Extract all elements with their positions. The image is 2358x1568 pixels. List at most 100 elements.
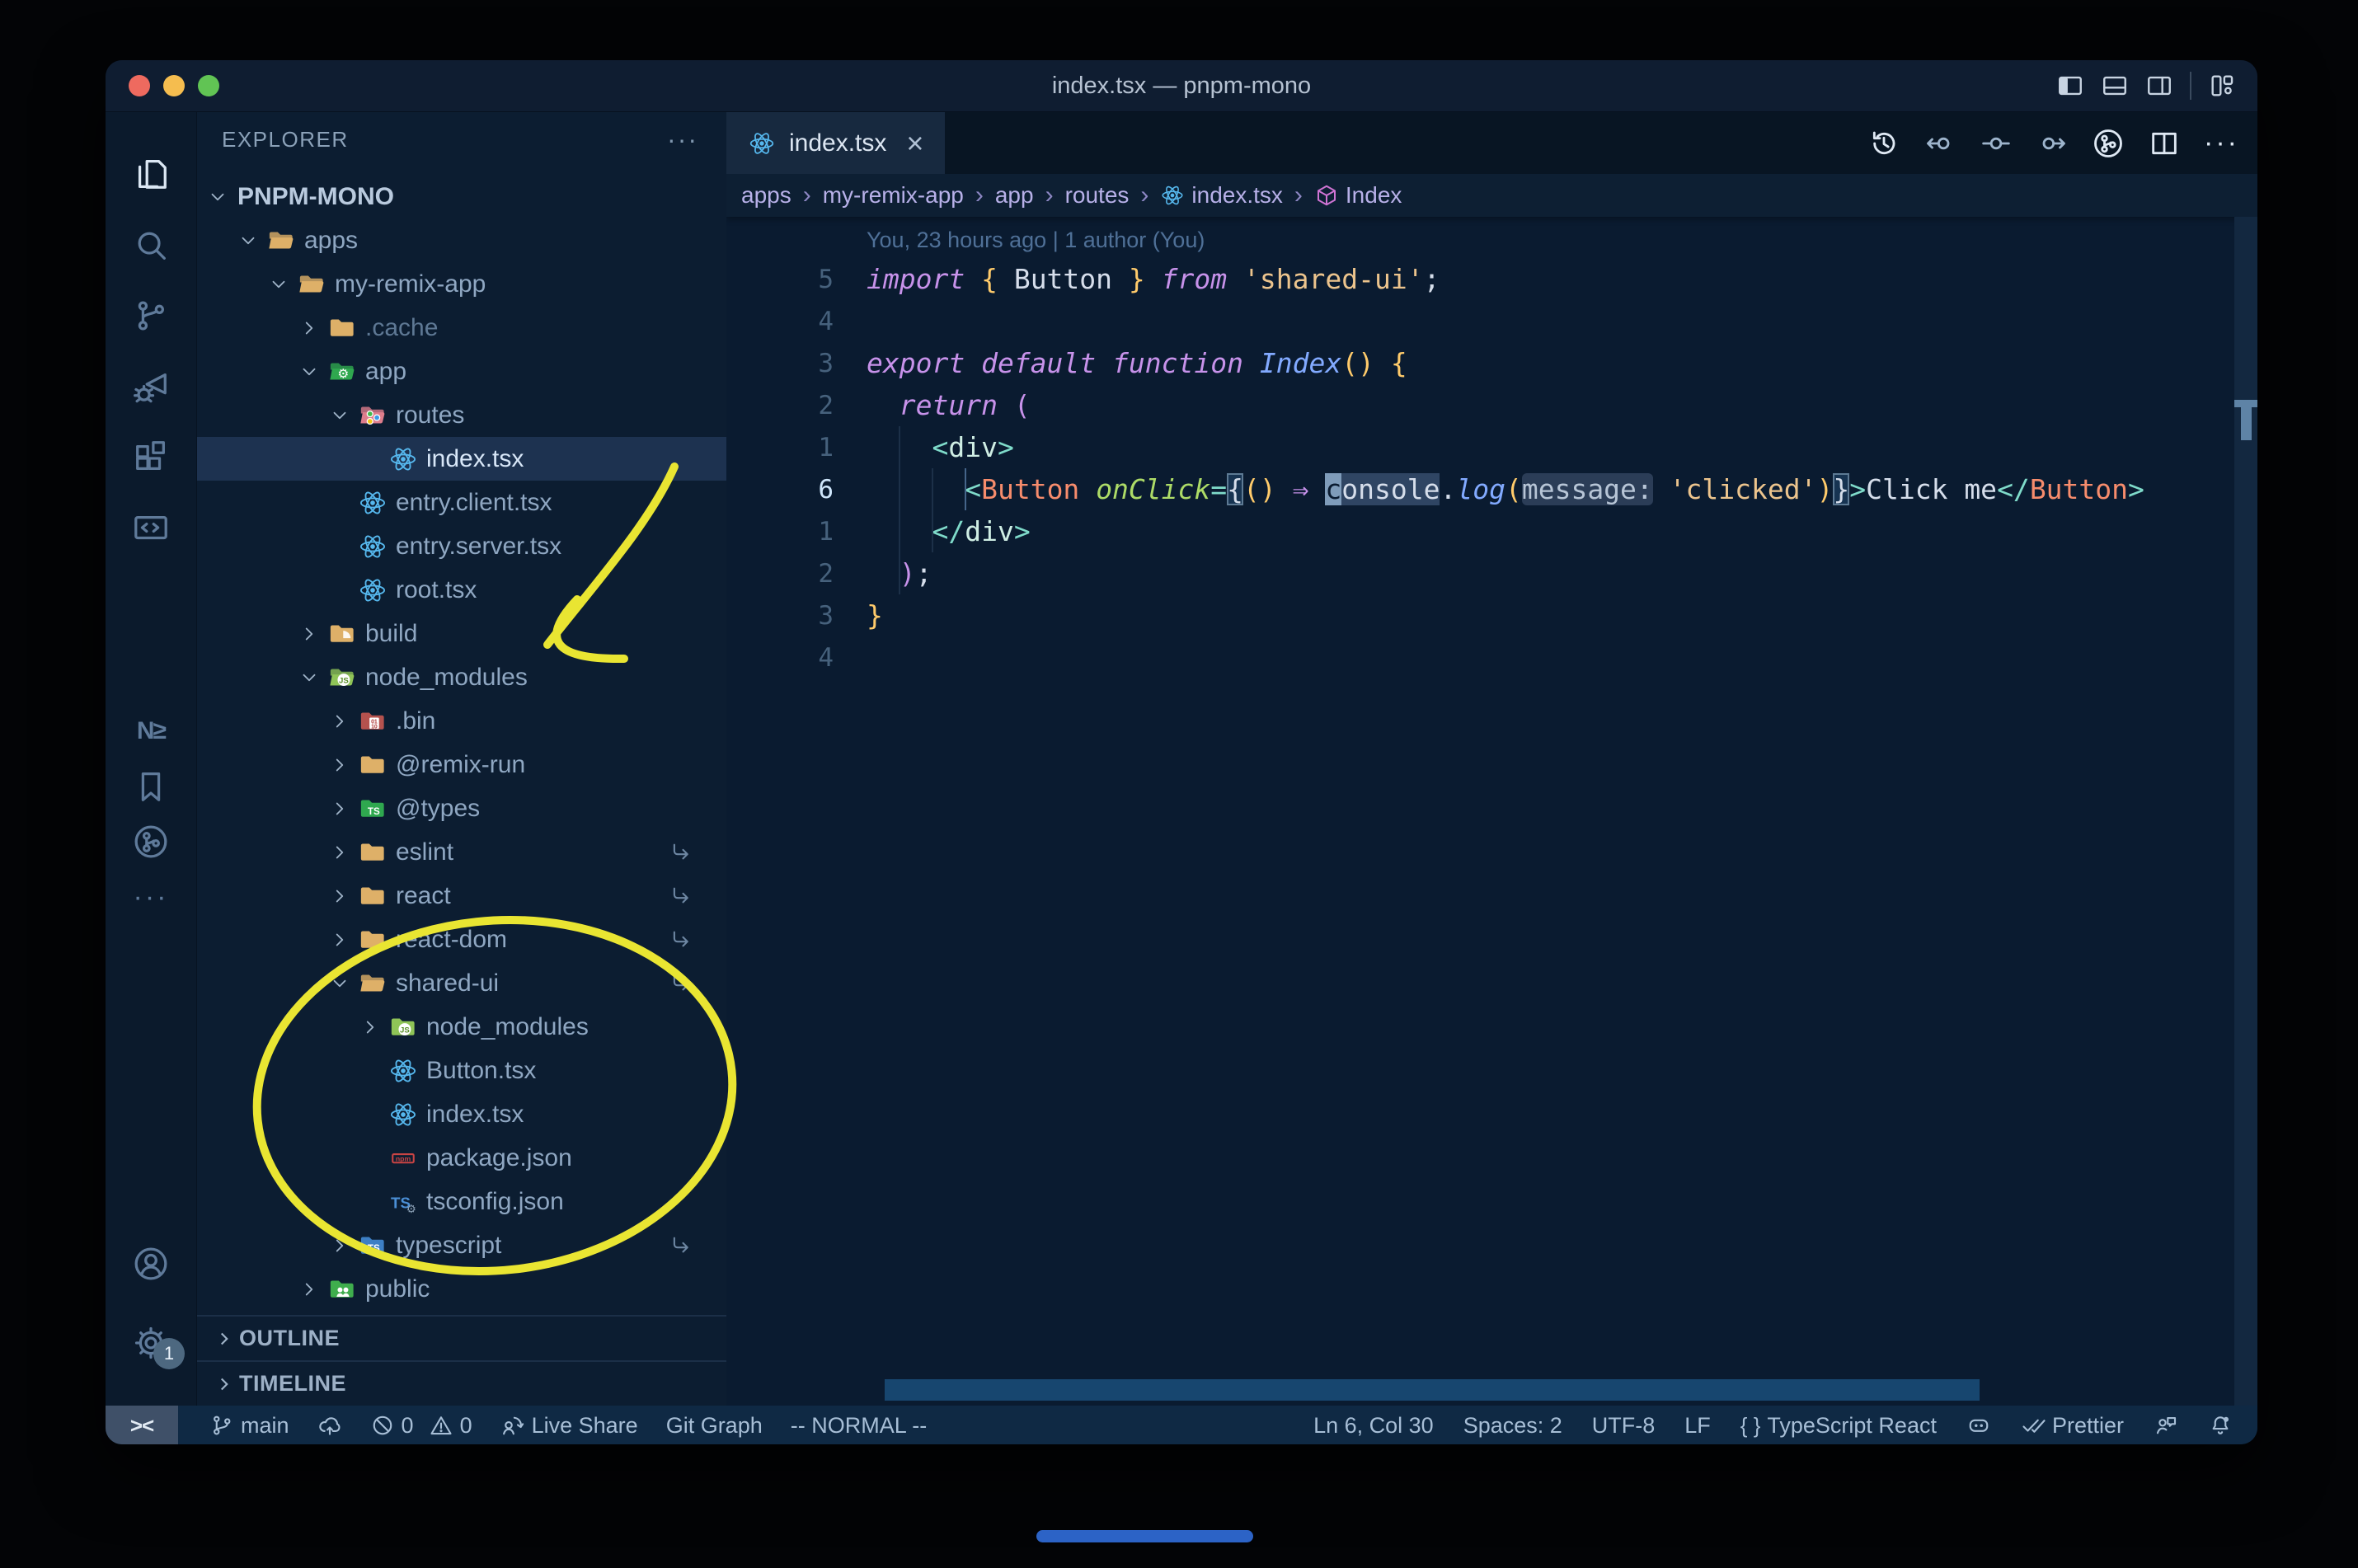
tree-item--cache[interactable]: .cache xyxy=(197,306,726,350)
status-git-graph[interactable]: Git Graph xyxy=(666,1413,763,1439)
tree-item-react[interactable]: react xyxy=(197,874,726,918)
status-prettier[interactable]: Prettier xyxy=(2021,1413,2124,1439)
tree-item-package-json[interactable]: npm package.json xyxy=(197,1136,726,1180)
tree-item-index-tsx[interactable]: index.tsx xyxy=(197,437,726,481)
activity-more-views-icon[interactable]: ··· xyxy=(106,874,196,920)
tree-item-index-tsx[interactable]: index.tsx xyxy=(197,1092,726,1136)
chevron-right-icon xyxy=(294,317,324,339)
tree-item-build[interactable]: build xyxy=(197,612,726,655)
status-cursor-position[interactable]: Ln 6, Col 30 xyxy=(1313,1413,1434,1439)
react-icon xyxy=(748,129,776,157)
status-encoding[interactable]: UTF-8 xyxy=(1592,1413,1656,1439)
svg-text:TS: TS xyxy=(368,807,380,817)
tree-item-button-tsx[interactable]: Button.tsx xyxy=(197,1049,726,1092)
more-actions-icon[interactable]: ··· xyxy=(2204,127,2239,159)
git-graph-view-icon[interactable] xyxy=(2092,127,2125,160)
tree-item-eslint[interactable]: eslint xyxy=(197,830,726,874)
status-label: Live Share xyxy=(531,1412,638,1438)
layout-sidebar-right-icon[interactable] xyxy=(2145,72,2173,100)
current-change-icon[interactable] xyxy=(1980,127,2013,160)
tree-item-node-modules[interactable]: JS node_modules xyxy=(197,655,726,699)
tree-item--remix-run[interactable]: @remix-run xyxy=(197,743,726,786)
folder-ts-icon: TS xyxy=(355,794,391,824)
status-feedback[interactable] xyxy=(2154,1413,2178,1438)
status-indentation[interactable]: Spaces: 2 xyxy=(1463,1413,1562,1439)
activity-explorer-icon[interactable] xyxy=(106,151,196,197)
next-change-icon[interactable] xyxy=(2036,127,2069,160)
tree-item-entry-client-tsx[interactable]: entry.client.tsx xyxy=(197,481,726,524)
code-line-6: 6 <Button onClick={() ⇒ console.log(mess… xyxy=(726,468,2257,510)
breadcrumb-item-index[interactable]: Index xyxy=(1314,182,1402,209)
activity-bookmarks-icon[interactable] xyxy=(106,763,196,810)
folder-open-app-icon: ⚙ xyxy=(324,357,360,387)
code-editor[interactable]: You, 23 hours ago | 1 author (You) 5 impo… xyxy=(726,217,2257,1406)
split-editor-icon[interactable] xyxy=(2148,127,2181,160)
previous-change-icon[interactable] xyxy=(1924,127,1956,160)
tree-item-public[interactable]: public xyxy=(197,1267,726,1311)
tree-item-root-tsx[interactable]: root.tsx xyxy=(197,568,726,612)
tree-item-my-remix-app[interactable]: my-remix-app xyxy=(197,262,726,306)
layout-sidebar-left-icon[interactable] xyxy=(2056,72,2084,100)
tree-item-node-modules[interactable]: JS node_modules xyxy=(197,1005,726,1049)
tree-item-typescript[interactable]: TS typescript xyxy=(197,1223,726,1267)
activity-extensions-icon[interactable] xyxy=(106,434,196,481)
activity-git-graph-icon[interactable] xyxy=(106,819,196,865)
breadcrumb-item-index-tsx[interactable]: index.tsx xyxy=(1160,182,1283,209)
status-eol[interactable]: LF xyxy=(1684,1413,1711,1439)
chevron-down-icon xyxy=(324,973,355,994)
close-icon[interactable]: × xyxy=(906,128,923,158)
outline-section[interactable]: OUTLINE xyxy=(197,1315,726,1360)
tree-item--bin[interactable]: 01 10 .bin xyxy=(197,699,726,743)
code-line-2: 2 ); xyxy=(726,552,2257,594)
status-vim-mode[interactable]: -- NORMAL -- xyxy=(791,1413,927,1439)
chevron-right-icon xyxy=(294,623,324,645)
explorer-more-icon[interactable]: ··· xyxy=(667,124,698,155)
timeline-section[interactable]: TIMELINE xyxy=(197,1360,726,1406)
breadcrumb-item-app[interactable]: app xyxy=(995,182,1034,209)
activity-settings-icon[interactable]: 1 xyxy=(106,1320,196,1369)
tree-item-entry-server-tsx[interactable]: entry.server.tsx xyxy=(197,524,726,568)
editor-scrollbar-horizontal[interactable] xyxy=(885,1379,1980,1401)
chevron-right-icon xyxy=(294,1279,324,1300)
remote-indicator[interactable]: >< xyxy=(106,1406,178,1444)
layout-panel-icon[interactable] xyxy=(2101,72,2129,100)
timeline-history-icon[interactable] xyxy=(1867,127,1900,160)
tree-item-react-dom[interactable]: react-dom xyxy=(197,918,726,961)
status-copilot[interactable] xyxy=(1966,1413,1991,1438)
activity-source-control-icon[interactable] xyxy=(106,293,196,339)
folder-open-routes-icon xyxy=(355,401,391,430)
indent-guide xyxy=(899,426,900,594)
breadcrumb-item-my-remix-app[interactable]: my-remix-app xyxy=(823,182,964,209)
tree-item-pnpm-mono[interactable]: PNPM-MONO xyxy=(197,175,726,218)
line-number: 4 xyxy=(818,306,834,336)
activity-search-icon[interactable] xyxy=(106,222,196,268)
activity-remote-explorer-icon[interactable] xyxy=(106,505,196,552)
tree-item-label: .bin xyxy=(396,707,436,735)
tree-item-apps[interactable]: apps xyxy=(197,218,726,262)
activity-nx-console-icon[interactable]: N≥ xyxy=(106,708,196,754)
symbol-module-icon xyxy=(1314,183,1339,208)
breadcrumb-item-apps[interactable]: apps xyxy=(741,182,791,209)
status-language-mode[interactable]: { } TypeScript React xyxy=(1740,1413,1937,1439)
tab-index-tsx[interactable]: index.tsx × xyxy=(726,112,946,174)
tree-item-label: entry.server.tsx xyxy=(396,532,562,560)
editor-scrollbar-vertical[interactable] xyxy=(2234,217,2257,1406)
tree-item-app[interactable]: ⚙ app xyxy=(197,350,726,393)
tree-item-shared-ui[interactable]: shared-ui xyxy=(197,961,726,1005)
breadcrumb-item-routes[interactable]: routes xyxy=(1065,182,1130,209)
status-label: 0 xyxy=(459,1412,472,1438)
status-git-branch[interactable]: main xyxy=(209,1413,289,1439)
status-problems[interactable]: 00 xyxy=(370,1413,472,1439)
status-notifications[interactable] xyxy=(2208,1413,2233,1438)
tree-item-tsconfig-json[interactable]: TS ⚙ tsconfig.json xyxy=(197,1180,726,1223)
status-sync[interactable] xyxy=(317,1413,342,1438)
react-icon xyxy=(385,1056,421,1086)
chevron-right-icon xyxy=(324,929,355,951)
activity-account-icon[interactable] xyxy=(106,1241,196,1287)
tree-item-routes[interactable]: routes xyxy=(197,393,726,437)
status-live-share[interactable]: Live Share xyxy=(500,1413,638,1439)
layout-grid-icon[interactable] xyxy=(2208,72,2236,100)
activity-run-debug-icon[interactable] xyxy=(106,364,196,410)
tree-item--types[interactable]: TS @types xyxy=(197,786,726,830)
line-number: 3 xyxy=(818,600,834,631)
